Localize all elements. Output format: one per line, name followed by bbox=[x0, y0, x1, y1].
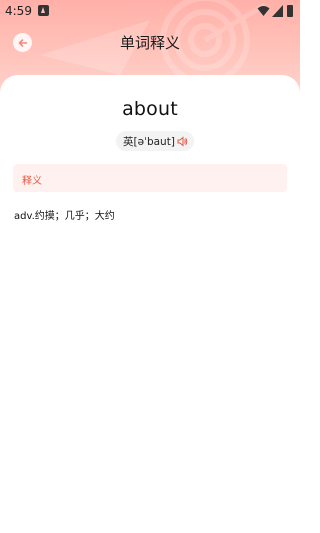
definition-text: adv.约摸；几乎；大约 bbox=[14, 211, 115, 222]
speaker-icon bbox=[177, 135, 188, 147]
status-bar: 4:59 bbox=[0, 0, 300, 24]
pronunciation-button[interactable]: 英[əˈbaut] bbox=[116, 131, 194, 151]
content-card: about 英[əˈbaut] 释义 adv.约摸；几乎；大约 bbox=[0, 75, 300, 533]
wifi-icon bbox=[257, 6, 270, 16]
definition-section-header: 释义 bbox=[13, 164, 287, 192]
page-title: 单词释义 bbox=[119, 34, 180, 52]
nav-bar: 单词释义 bbox=[0, 24, 300, 60]
signal-icon bbox=[272, 5, 283, 17]
battery-icon bbox=[287, 5, 293, 17]
phonetic-label: 英[əˈbaut] bbox=[123, 135, 175, 148]
section-title: 释义 bbox=[22, 176, 42, 187]
word-headword: about bbox=[122, 98, 178, 120]
notification-icon bbox=[38, 5, 49, 16]
status-time: 4:59 bbox=[5, 4, 32, 18]
